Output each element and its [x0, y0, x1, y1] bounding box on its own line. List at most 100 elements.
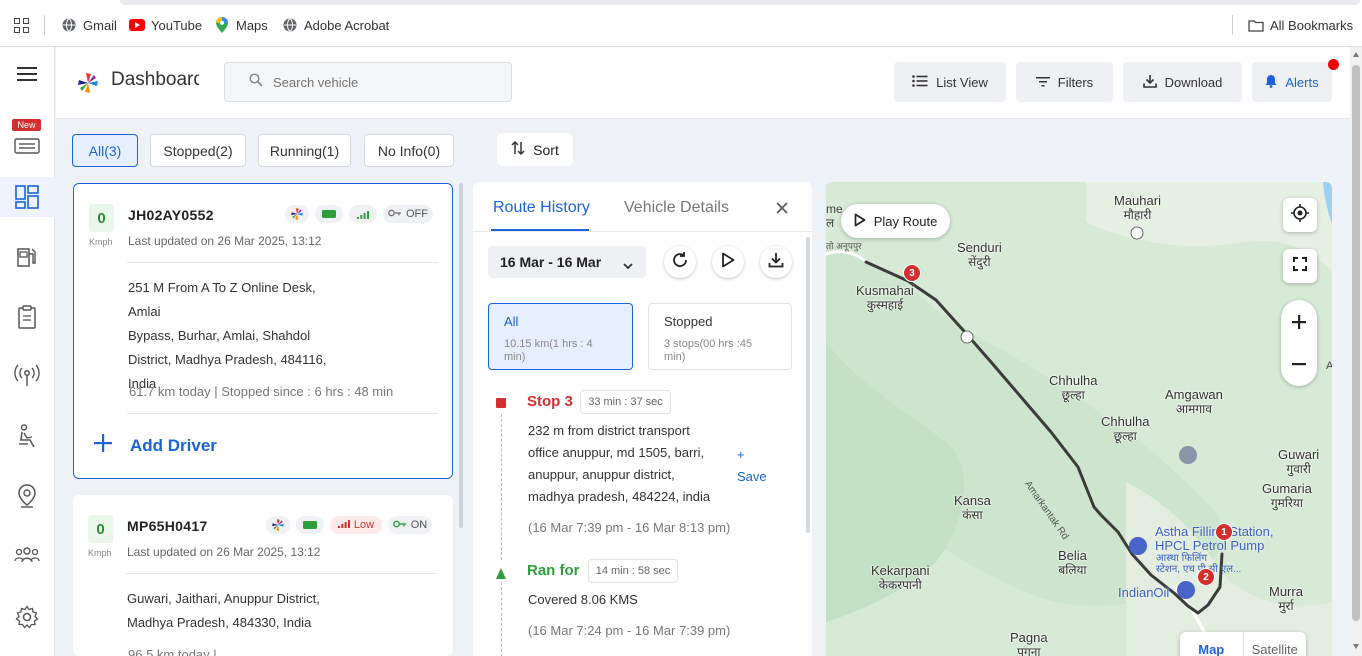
vehicle-plate: MP65H0417 — [127, 518, 208, 534]
top-header: Dashboard List View Filters Download Ale… — [56, 47, 1350, 119]
speed-unit: Kmph — [89, 237, 113, 247]
bookmark-gmail[interactable]: Gmail — [61, 17, 117, 33]
play-button[interactable] — [712, 246, 744, 278]
download-button[interactable]: Download — [1123, 62, 1242, 102]
page-scrollbar[interactable] — [1350, 47, 1362, 656]
route-history-panel: Route History Vehicle Details 16 Mar - 1… — [473, 182, 812, 656]
vehicle-stats: 96.5 km today | — [128, 647, 217, 656]
download-route-button[interactable] — [760, 246, 792, 278]
alert-notification-dot — [1328, 59, 1339, 70]
address-line: Madhya Pradesh, 484330, India — [127, 615, 312, 630]
place-label: Gumaria गुमरिया — [1262, 481, 1312, 511]
speed-value: 0 — [89, 204, 114, 232]
vehicle-address: Guwari, Jaithari, Anuppur District, Madh… — [127, 587, 357, 635]
map-view[interactable]: Mauhari मौहारी Senduri सेंदुरी Kusmahai कुस… — [826, 182, 1332, 656]
place-label: Chhulha छूल्हा — [1049, 373, 1098, 403]
summary-all[interactable]: All 10.15 km(1 hrs : 4 min) — [488, 303, 633, 370]
date-range-select[interactable]: 16 Mar - 16 Mar — [488, 246, 646, 278]
fullscreen-button[interactable] — [1283, 249, 1317, 283]
vehicle-stats: 61.7 km today | Stopped since : 6 hrs : … — [129, 384, 394, 399]
scroll-down-arrow-icon[interactable] — [1353, 644, 1359, 649]
filters-label: Filters — [1057, 74, 1094, 90]
bookmark-adobe-acrobat[interactable]: Adobe Acrobat — [282, 17, 389, 33]
signal-strength-icon — [349, 205, 377, 223]
speed-unit: Kmph — [88, 548, 112, 558]
download-label: Download — [1164, 74, 1223, 90]
zoom-in-button[interactable] — [1281, 300, 1317, 343]
add-driver-label: Add Driver — [130, 435, 217, 455]
clipboard-icon[interactable] — [12, 302, 42, 332]
battery-icon — [315, 205, 343, 223]
run-distance: Covered 8.06 KMS — [528, 592, 638, 607]
scrollbar-thumb[interactable] — [1352, 65, 1360, 621]
route-marker[interactable]: 1 — [1215, 523, 1233, 541]
alerts-button[interactable]: Alerts — [1252, 62, 1332, 102]
chevron-down-icon — [623, 257, 633, 273]
panel-scrollbar[interactable] — [806, 237, 810, 533]
timeline-line — [501, 582, 502, 656]
route-marker[interactable]: 3 — [903, 264, 921, 282]
vehicle-list-icon[interactable] — [12, 131, 42, 161]
play-route-button[interactable]: Play Route — [841, 204, 950, 238]
device-logo-icon — [285, 205, 309, 223]
filters-button[interactable]: Filters — [1016, 62, 1113, 102]
dashboard-icon[interactable] — [12, 182, 42, 212]
run-time-range: (16 Mar 7:24 pm - 16 Mar 7:39 pm) — [528, 623, 731, 638]
globe-icon — [61, 17, 77, 33]
fuel-icon[interactable] — [12, 242, 42, 272]
close-icon[interactable] — [776, 201, 788, 219]
save-stop-button[interactable]: + Save — [737, 444, 767, 488]
filter-chip-all[interactable]: All(3) — [72, 134, 138, 167]
search-icon — [249, 72, 263, 92]
stop-address-line: 232 m from district transport — [528, 423, 690, 438]
map-type-map[interactable]: Map — [1180, 632, 1244, 656]
bookmark-youtube[interactable]: YouTube — [129, 17, 202, 33]
stop-time-range: (16 Mar 7:39 pm - 16 Mar 8:13 pm) — [528, 520, 731, 535]
scroll-up-arrow-icon[interactable] — [1353, 52, 1359, 57]
place-label: Kansa कंसा — [954, 493, 991, 523]
bookmark-maps[interactable]: Maps — [214, 17, 268, 33]
sort-icon — [511, 140, 525, 158]
apps-grid-icon[interactable] — [14, 18, 29, 33]
filter-chip-no-info[interactable]: No Info(0) — [364, 134, 454, 167]
download-icon — [768, 252, 784, 273]
summary-stopped-title: Stopped — [664, 314, 713, 329]
add-driver-button[interactable]: Add Driver — [94, 434, 217, 457]
filter-chip-running[interactable]: Running(1) — [258, 134, 351, 167]
save-label: Save — [737, 469, 767, 484]
map-type-toggle: Map Satellite — [1180, 632, 1306, 656]
vehicle-list-scrollbar[interactable] — [459, 183, 463, 528]
map-type-satellite[interactable]: Satellite — [1244, 632, 1307, 656]
filter-chip-stopped[interactable]: Stopped(2) — [150, 134, 246, 167]
stop-title: Stop 3 — [527, 393, 573, 410]
vehicle-card[interactable]: 0 Kmph MP65H0417 Last updated on 26 Mar … — [73, 495, 453, 656]
signal-tower-icon[interactable] — [12, 360, 42, 390]
settings-icon[interactable] — [12, 602, 42, 632]
search-box[interactable] — [224, 62, 512, 102]
search-input[interactable] — [273, 74, 493, 90]
location-pin-icon[interactable] — [12, 481, 42, 511]
refresh-button[interactable] — [664, 246, 696, 278]
my-location-button[interactable] — [1283, 198, 1317, 232]
driver-seat-icon[interactable] — [12, 421, 42, 451]
sort-button[interactable]: Sort — [497, 133, 573, 166]
refresh-icon — [671, 251, 689, 274]
zoom-control — [1281, 300, 1317, 386]
tab-route-history[interactable]: Route History — [493, 199, 590, 217]
zoom-out-button[interactable] — [1281, 343, 1317, 386]
address-line: Guwari, Jaithari, Anuppur District, — [127, 591, 320, 606]
vehicle-card[interactable]: 0 Kmph JH02AY0552 Last updated on 26 Mar… — [73, 183, 453, 479]
hamburger-menu-icon[interactable] — [12, 59, 42, 89]
all-bookmarks[interactable]: All Bookmarks — [1248, 17, 1353, 33]
speed-value: 0 — [88, 515, 113, 543]
run-title: Ran for — [527, 562, 580, 579]
list-view-button[interactable]: List View — [894, 62, 1006, 102]
team-icon[interactable] — [12, 541, 42, 571]
plus-icon — [94, 434, 112, 457]
place-label: Kusmahai कुस्महाई — [856, 283, 914, 313]
tab-vehicle-details[interactable]: Vehicle Details — [624, 199, 729, 217]
summary-stopped[interactable]: Stopped 3 stops(00 hrs :45 min) — [648, 303, 792, 370]
ignition-status-badge: OFF — [383, 205, 433, 223]
route-marker[interactable]: 2 — [1197, 568, 1215, 586]
stop-square-icon — [496, 398, 506, 408]
